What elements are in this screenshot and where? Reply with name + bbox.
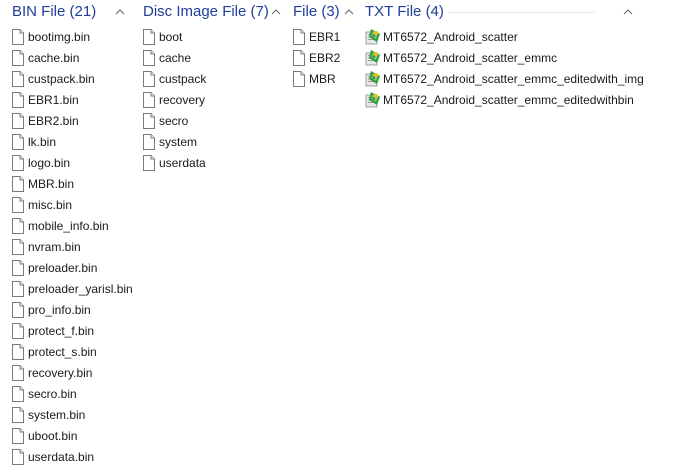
blank-file-icon xyxy=(12,176,24,192)
chevron-up-icon[interactable] xyxy=(115,9,125,15)
chevron-up-icon[interactable] xyxy=(271,9,281,15)
scatter-txt-file-icon xyxy=(365,91,381,108)
scatter-txt-file-icon xyxy=(365,70,381,87)
scatter-txt-file-icon xyxy=(365,28,381,45)
blank-file-icon xyxy=(143,113,155,129)
blank-file-icon xyxy=(143,50,155,66)
blank-file-icon xyxy=(12,386,24,402)
file-name-label: preloader_yarisl.bin xyxy=(28,282,133,296)
file-name-label: MBR xyxy=(309,72,336,86)
file-name-label: lk.bin xyxy=(28,135,57,149)
file-name-label: EBR1.bin xyxy=(28,93,79,107)
group-title-txt: TXT File (4) xyxy=(365,3,444,20)
file-name-label: MT6572_Android_scatter_emmc_editedwith_i… xyxy=(383,72,644,86)
file-name-label: recovery.bin xyxy=(28,366,93,380)
file-name-label: custpack.bin xyxy=(28,72,95,86)
group-header-file[interactable]: File (3) xyxy=(293,0,355,24)
blank-file-icon xyxy=(12,344,24,360)
group-bin-file: BIN File (21) bootimg.bin cache.bin custpa… xyxy=(12,0,133,465)
file-name-label: misc.bin xyxy=(28,198,73,212)
file-name-label: preloader.bin xyxy=(28,261,98,275)
file-name-label: EBR1 xyxy=(309,30,341,44)
file-name-label: cache xyxy=(159,51,192,65)
file-name-label: EBR2.bin xyxy=(28,114,79,128)
blank-file-icon xyxy=(12,302,24,318)
file-name-label: EBR2 xyxy=(309,51,341,65)
blank-file-icon xyxy=(12,428,24,444)
blank-file-icon xyxy=(143,134,155,150)
blank-file-icon xyxy=(12,365,24,381)
group-title-file: File (3) xyxy=(293,3,340,20)
blank-file-icon xyxy=(12,113,24,129)
blank-file-icon xyxy=(143,71,155,87)
blank-file-icon xyxy=(12,218,24,234)
group-header-disc-image[interactable]: Disc Image File (7) xyxy=(143,0,286,24)
blank-file-icon xyxy=(12,449,24,465)
file-name-label: recovery xyxy=(159,93,206,107)
blank-file-icon xyxy=(143,155,155,171)
file-name-label: cache.bin xyxy=(28,51,80,65)
file-name-label: protect_f.bin xyxy=(28,324,95,338)
blank-file-icon xyxy=(143,29,155,45)
blank-file-icon xyxy=(12,323,24,339)
group-disc-image-file: Disc Image File (7) boot cache custpack rec… xyxy=(143,0,286,171)
file-name-label: MT6572_Android_scatter_emmc_editedwithbi… xyxy=(383,93,634,107)
blank-file-icon xyxy=(12,155,24,171)
file-name-label: nvram.bin xyxy=(28,240,81,254)
file-name-label: system.bin xyxy=(28,408,86,422)
file-name-label: system xyxy=(159,135,198,149)
file-name-label: boot xyxy=(159,30,183,44)
file-name-label: secro.bin xyxy=(28,387,77,401)
scatter-txt-file-icon xyxy=(365,49,381,66)
file-name-label: logo.bin xyxy=(28,156,71,170)
blank-file-icon xyxy=(143,92,155,108)
blank-file-icon xyxy=(12,29,24,45)
group-title-bin: BIN File (21) xyxy=(12,3,97,20)
blank-file-icon xyxy=(12,260,24,276)
blank-file-icon xyxy=(12,71,24,87)
group-txt-file: TXT File (4) MT6572_Android_scatter MT657… xyxy=(365,0,644,108)
file-name-label: protect_s.bin xyxy=(28,345,97,359)
file-name-label: secro xyxy=(159,114,189,128)
blank-file-icon xyxy=(293,71,305,87)
group-title-disc-image: Disc Image File (7) xyxy=(143,3,269,20)
file-name-label: uboot.bin xyxy=(28,429,78,443)
chevron-up-icon[interactable] xyxy=(623,9,633,15)
file-name-label: custpack xyxy=(159,72,207,86)
file-name-label: MT6572_Android_scatter_emmc xyxy=(383,51,558,65)
blank-file-icon xyxy=(12,407,24,423)
file-name-label: mobile_info.bin xyxy=(28,219,109,233)
blank-file-icon xyxy=(12,197,24,213)
blank-file-icon xyxy=(293,29,305,45)
file-name-label: pro_info.bin xyxy=(28,303,91,317)
blank-file-icon xyxy=(12,134,24,150)
chevron-up-icon[interactable] xyxy=(344,9,354,15)
file-name-label: userdata xyxy=(159,156,206,170)
blank-file-icon xyxy=(12,281,24,297)
group-divider xyxy=(449,12,595,13)
group-header-bin[interactable]: BIN File (21) xyxy=(12,0,132,24)
file-name-label: userdata.bin xyxy=(28,450,95,464)
blank-file-icon xyxy=(12,92,24,108)
file-name-label: MT6572_Android_scatter xyxy=(383,30,518,44)
blank-file-icon xyxy=(12,239,24,255)
file-name-label: MBR.bin xyxy=(28,177,75,191)
group-file: File (3) EBR1 EBR2 MBR xyxy=(293,0,355,87)
blank-file-icon xyxy=(293,50,305,66)
group-header-txt[interactable]: TXT File (4) xyxy=(365,0,635,24)
blank-file-icon xyxy=(12,50,24,66)
file-name-label: bootimg.bin xyxy=(28,30,91,44)
